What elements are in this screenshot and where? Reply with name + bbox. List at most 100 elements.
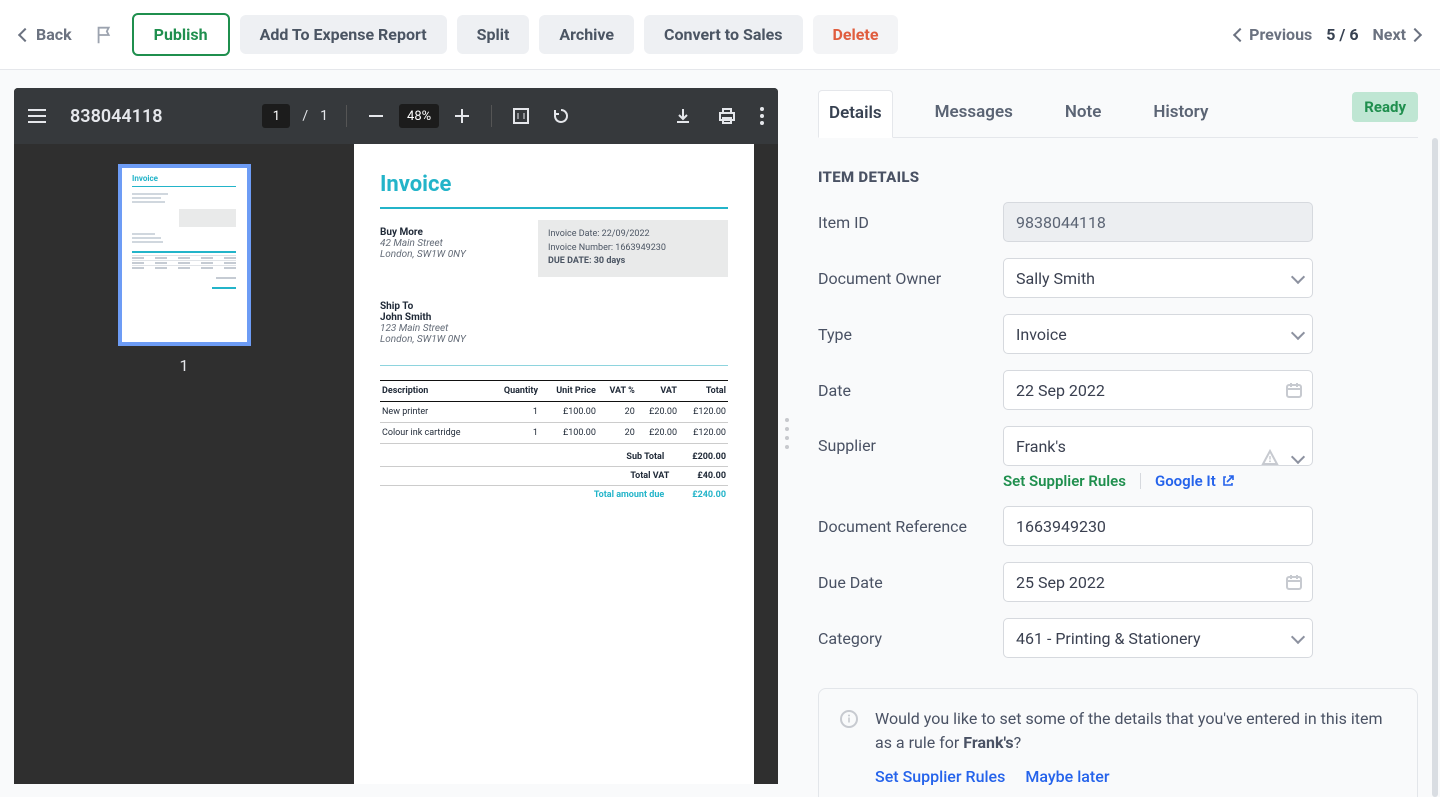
delete-button[interactable]: Delete (813, 15, 899, 54)
top-toolbar: Back Publish Add To Expense Report Split… (0, 0, 1440, 70)
page-input[interactable]: 1 (262, 104, 290, 128)
split-button[interactable]: Split (457, 15, 530, 54)
warning-icon (1261, 449, 1279, 467)
details-pane: Details Messages Note History Ready ITEM… (796, 70, 1440, 797)
page-count: 5 / 6 (1326, 25, 1358, 44)
back-button[interactable]: Back (20, 25, 78, 44)
table-header: Total (679, 380, 728, 401)
subtotal-value: £200.00 (692, 452, 726, 462)
ship-name: John Smith (380, 312, 728, 323)
zoom-in-button[interactable] (451, 105, 473, 127)
rulebox-q: ? (1014, 733, 1022, 752)
zoom-level[interactable]: 48% (399, 104, 439, 128)
table-row: New printer1£100.0020£20.00£120.00 (380, 401, 728, 422)
previous-button[interactable]: Previous (1235, 25, 1312, 44)
calendar-icon (1285, 381, 1303, 399)
download-button[interactable] (672, 105, 694, 127)
splitter-handle[interactable] (778, 70, 796, 797)
scrollbar[interactable] (1432, 138, 1438, 797)
section-item-details: ITEM DETAILS (818, 168, 1418, 186)
chevron-left-icon (18, 27, 32, 41)
more-menu-button[interactable] (760, 107, 764, 125)
supplier-label: Supplier (818, 426, 983, 455)
back-label: Back (36, 25, 72, 44)
totalvat-value: £40.00 (697, 471, 726, 481)
add-to-expense-button[interactable]: Add To Expense Report (240, 15, 447, 54)
zoom-out-button[interactable] (365, 105, 387, 127)
google-it-link[interactable]: Google It (1155, 472, 1235, 490)
rulebox-text: Would you like to set some of the detail… (875, 709, 1382, 752)
supplier-rule-prompt: Would you like to set some of the detail… (818, 688, 1418, 797)
viewer-toolbar: 838044118 1 / 1 48% (14, 88, 778, 144)
fit-page-button[interactable] (510, 105, 532, 127)
item-id-field (1003, 202, 1313, 242)
table-header: Description (380, 380, 489, 401)
table-header: Quantity (489, 380, 540, 401)
external-link-icon (1221, 474, 1235, 488)
type-label: Type (818, 325, 983, 344)
table-header: Unit Price (540, 380, 598, 401)
publish-button[interactable]: Publish (132, 13, 230, 56)
chevron-left-icon (1233, 27, 1247, 41)
totalvat-label: Total VAT (630, 471, 669, 481)
thumbnail-panel: Invoice (14, 144, 354, 784)
archive-button[interactable]: Archive (539, 15, 634, 54)
rulebox-later-link[interactable]: Maybe later (1025, 765, 1109, 789)
subtotal-label: Sub Total (626, 452, 664, 462)
category-select[interactable] (1003, 618, 1313, 658)
due-date-field[interactable] (1003, 562, 1313, 602)
docref-field[interactable] (1003, 506, 1313, 546)
next-label: Next (1373, 25, 1406, 44)
convert-to-sales-button[interactable]: Convert to Sales (644, 15, 802, 54)
tab-note[interactable]: Note (1055, 90, 1112, 137)
chevron-right-icon (1408, 27, 1422, 41)
invoice-number: Invoice Number: 1663949230 (548, 242, 718, 256)
tabs: Details Messages Note History (818, 90, 1418, 138)
owner-select[interactable] (1003, 258, 1313, 298)
total-due-value: £240.00 (692, 490, 726, 500)
print-button[interactable] (716, 105, 738, 127)
table-row: Colour ink cartridge1£100.0020£20.00£120… (380, 422, 728, 443)
date-field[interactable] (1003, 370, 1313, 410)
ship-addr1: 123 Main Street (380, 323, 728, 334)
google-it-label: Google It (1155, 472, 1216, 490)
tab-messages[interactable]: Messages (925, 90, 1023, 137)
rulebox-supplier: Frank's (963, 733, 1013, 752)
page-separator: / (302, 108, 308, 124)
pagination: Previous 5 / 6 Next (1235, 25, 1420, 44)
category-label: Category (818, 629, 983, 648)
total-due-label: Total amount due (594, 490, 664, 500)
flag-button[interactable] (88, 24, 122, 46)
status-badge: Ready (1352, 92, 1418, 122)
page-total: 1 (320, 108, 328, 124)
tab-history[interactable]: History (1143, 90, 1218, 137)
invoice-title: Invoice (380, 172, 728, 197)
viewer-wrapper: 838044118 1 / 1 48% (0, 70, 778, 797)
due-date-label: Due Date (818, 573, 983, 592)
info-icon (839, 709, 859, 789)
set-supplier-rules-link[interactable]: Set Supplier Rules (1003, 472, 1126, 490)
ship-to-label: Ship To (380, 301, 728, 312)
ship-addr2: London, SW1W 0NY (380, 334, 728, 345)
date-label: Date (818, 381, 983, 400)
tab-details[interactable]: Details (818, 90, 893, 138)
invoice-meta-box: Invoice Date: 22/09/2022 Invoice Number:… (538, 220, 728, 277)
sidebar-toggle-button[interactable] (28, 109, 46, 123)
flag-icon (94, 24, 116, 46)
viewer-doc-title: 838044118 (70, 106, 163, 127)
calendar-icon (1285, 573, 1303, 591)
previous-label: Previous (1249, 25, 1312, 44)
rotate-button[interactable] (550, 105, 572, 127)
rulebox-set-link[interactable]: Set Supplier Rules (875, 765, 1005, 789)
thumbnail-label: 1 (180, 356, 189, 375)
thumbnail-page-1[interactable]: Invoice (118, 164, 251, 346)
table-header: VAT % (598, 380, 637, 401)
table-header: VAT (637, 380, 679, 401)
invoice-due-terms: DUE DATE: 30 days (548, 255, 718, 269)
docref-label: Document Reference (818, 517, 983, 536)
invoice-line-table: Description Quantity Unit Price VAT % VA… (380, 380, 728, 444)
page-canvas[interactable]: Invoice Buy More 42 Main Street London, … (354, 144, 754, 784)
type-select[interactable] (1003, 314, 1313, 354)
invoice-date: Invoice Date: 22/09/2022 (548, 228, 718, 242)
next-button[interactable]: Next (1373, 25, 1420, 44)
